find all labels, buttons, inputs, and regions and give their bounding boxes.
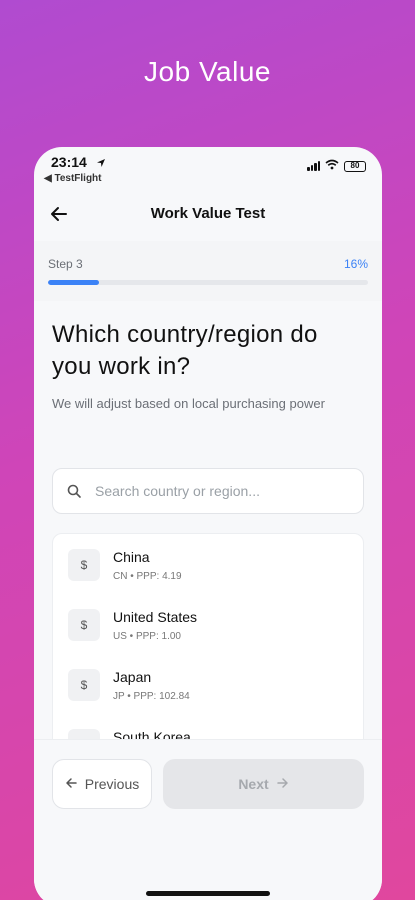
- footer-actions: Previous Next: [34, 739, 382, 900]
- currency-badge: $: [68, 549, 100, 581]
- country-name: Japan: [113, 669, 152, 685]
- country-name: United States: [113, 609, 198, 625]
- battery-icon: 80: [344, 160, 366, 172]
- search-input[interactable]: [95, 469, 355, 513]
- list-item-china[interactable]: $ China CN • PPP: 4.19: [53, 536, 363, 590]
- back-to-app-link[interactable]: ◀ TestFlight: [44, 173, 102, 184]
- list-item-japan[interactable]: $ Japan JP • PPP: 102.84: [53, 656, 363, 710]
- search-icon: [67, 484, 82, 504]
- country-list: $ China CN • PPP: 4.19 $ United States U…: [52, 533, 364, 773]
- progress-section: Step 3 16%: [34, 241, 382, 301]
- location-arrow-icon: [96, 155, 106, 173]
- phone-screen: 23:14 ◀ TestFlight 80 Work Value Test St…: [34, 147, 382, 900]
- country-meta: JP • PPP: 102.84: [113, 691, 190, 702]
- status-bar: 23:14 ◀ TestFlight 80: [34, 147, 382, 189]
- country-meta: US • PPP: 1.00: [113, 631, 181, 642]
- next-label: Next: [238, 776, 269, 792]
- signal-icon: [307, 161, 320, 171]
- previous-button[interactable]: Previous: [52, 759, 152, 809]
- arrow-right-icon: [276, 776, 289, 792]
- arrow-left-icon: [65, 776, 77, 792]
- wifi-icon: [325, 157, 339, 175]
- nav-bar: Work Value Test: [34, 197, 382, 231]
- progress-percent: 16%: [343, 257, 368, 271]
- currency-badge: $: [68, 609, 100, 641]
- list-item-united-states[interactable]: $ United States US • PPP: 1.00: [53, 596, 363, 650]
- nav-title: Work Value Test: [150, 205, 266, 222]
- next-button[interactable]: Next: [163, 759, 364, 809]
- home-indicator: [146, 891, 270, 896]
- previous-label: Previous: [84, 776, 140, 792]
- question-subtitle: We will adjust based on local purchasing…: [52, 396, 325, 411]
- status-icons: 80: [307, 157, 366, 175]
- status-time: 23:14: [51, 154, 87, 170]
- hero-title: Job Value: [144, 56, 271, 87]
- currency-badge: $: [68, 669, 100, 701]
- country-meta: CN • PPP: 4.19: [113, 571, 182, 582]
- progress-bar-fill: [48, 280, 100, 285]
- country-name: China: [113, 549, 150, 565]
- progress-bar: [48, 280, 368, 285]
- step-label: Step 3: [48, 257, 83, 271]
- question-title: Which country/region do you work in?: [52, 321, 318, 380]
- search-box[interactable]: [52, 468, 364, 514]
